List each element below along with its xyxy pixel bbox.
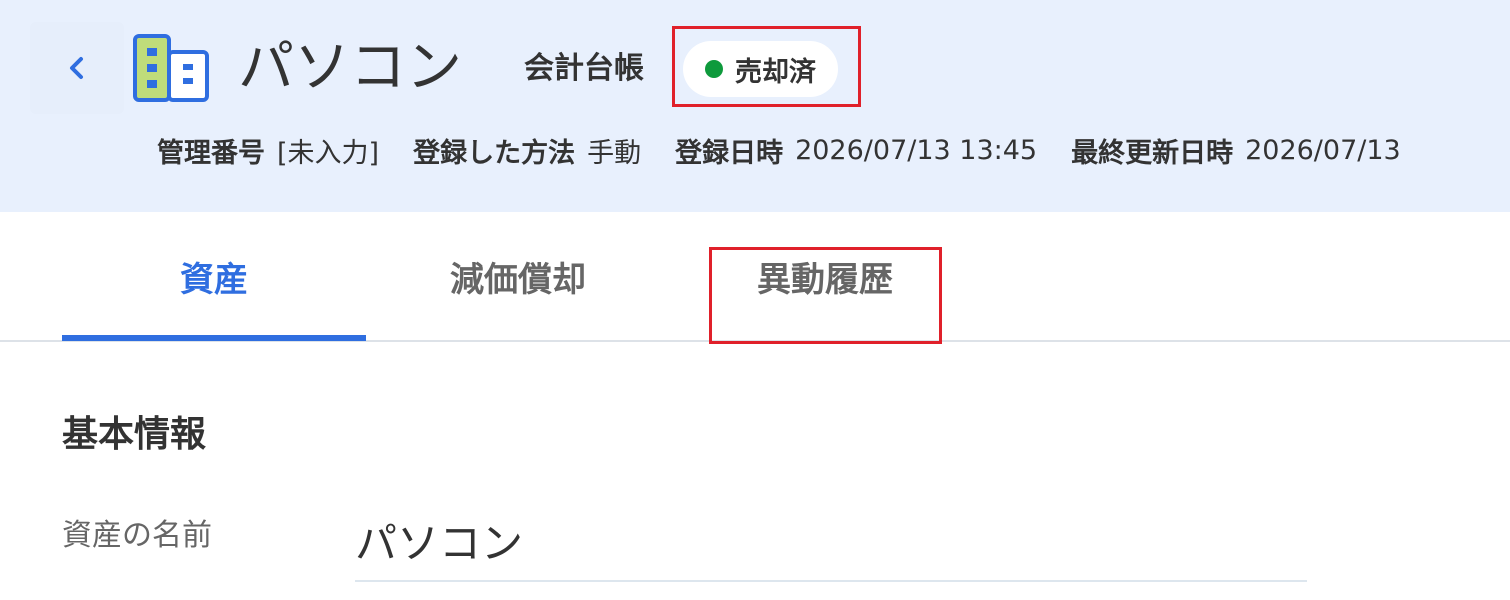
- meta-value-registered-at: 2026/07/13 13:45: [795, 134, 1038, 166]
- asset-name-label: 資産の名前: [62, 518, 212, 553]
- status-badge: 売却済: [683, 41, 838, 97]
- chevron-left-icon: [70, 57, 83, 79]
- tab-bar: 資産 減価償却 異動履歴: [0, 212, 1510, 342]
- meta-value-updated-at: 2026/07/13: [1245, 134, 1401, 166]
- meta-row: 管理番号 [未入力] 登録した方法 手動 登録日時 2026/07/13 13:…: [157, 130, 1435, 170]
- ledger-label: 会計台帳: [524, 51, 644, 86]
- section-title-basic-info: 基本情報: [62, 414, 207, 455]
- meta-key-updated-at: 最終更新日時: [1071, 137, 1234, 169]
- status-label: 売却済: [735, 56, 816, 88]
- meta-key-registration-method: 登録した方法: [413, 137, 576, 169]
- tab-asset[interactable]: 資産: [62, 212, 366, 340]
- meta-value-registration-method: 手動: [587, 137, 642, 169]
- page-title: パソコン: [238, 35, 462, 100]
- meta-value-management-number: [未入力]: [277, 137, 380, 169]
- tab-depreciation[interactable]: 減価償却: [366, 212, 670, 340]
- meta-key-registered-at: 登録日時: [675, 137, 784, 169]
- active-tab-indicator: [62, 335, 366, 341]
- status-dot-icon: [705, 60, 723, 78]
- asset-name-input[interactable]: [355, 500, 1307, 582]
- asset-header: パソコン 会計台帳 売却済 管理番号 [未入力] 登録した方法 手動 登録日時 …: [0, 0, 1510, 212]
- asset-building-icon: [133, 34, 209, 102]
- back-button[interactable]: [30, 22, 124, 114]
- tab-change-history[interactable]: 異動履歴: [710, 212, 940, 340]
- meta-key-management-number: 管理番号: [157, 137, 265, 169]
